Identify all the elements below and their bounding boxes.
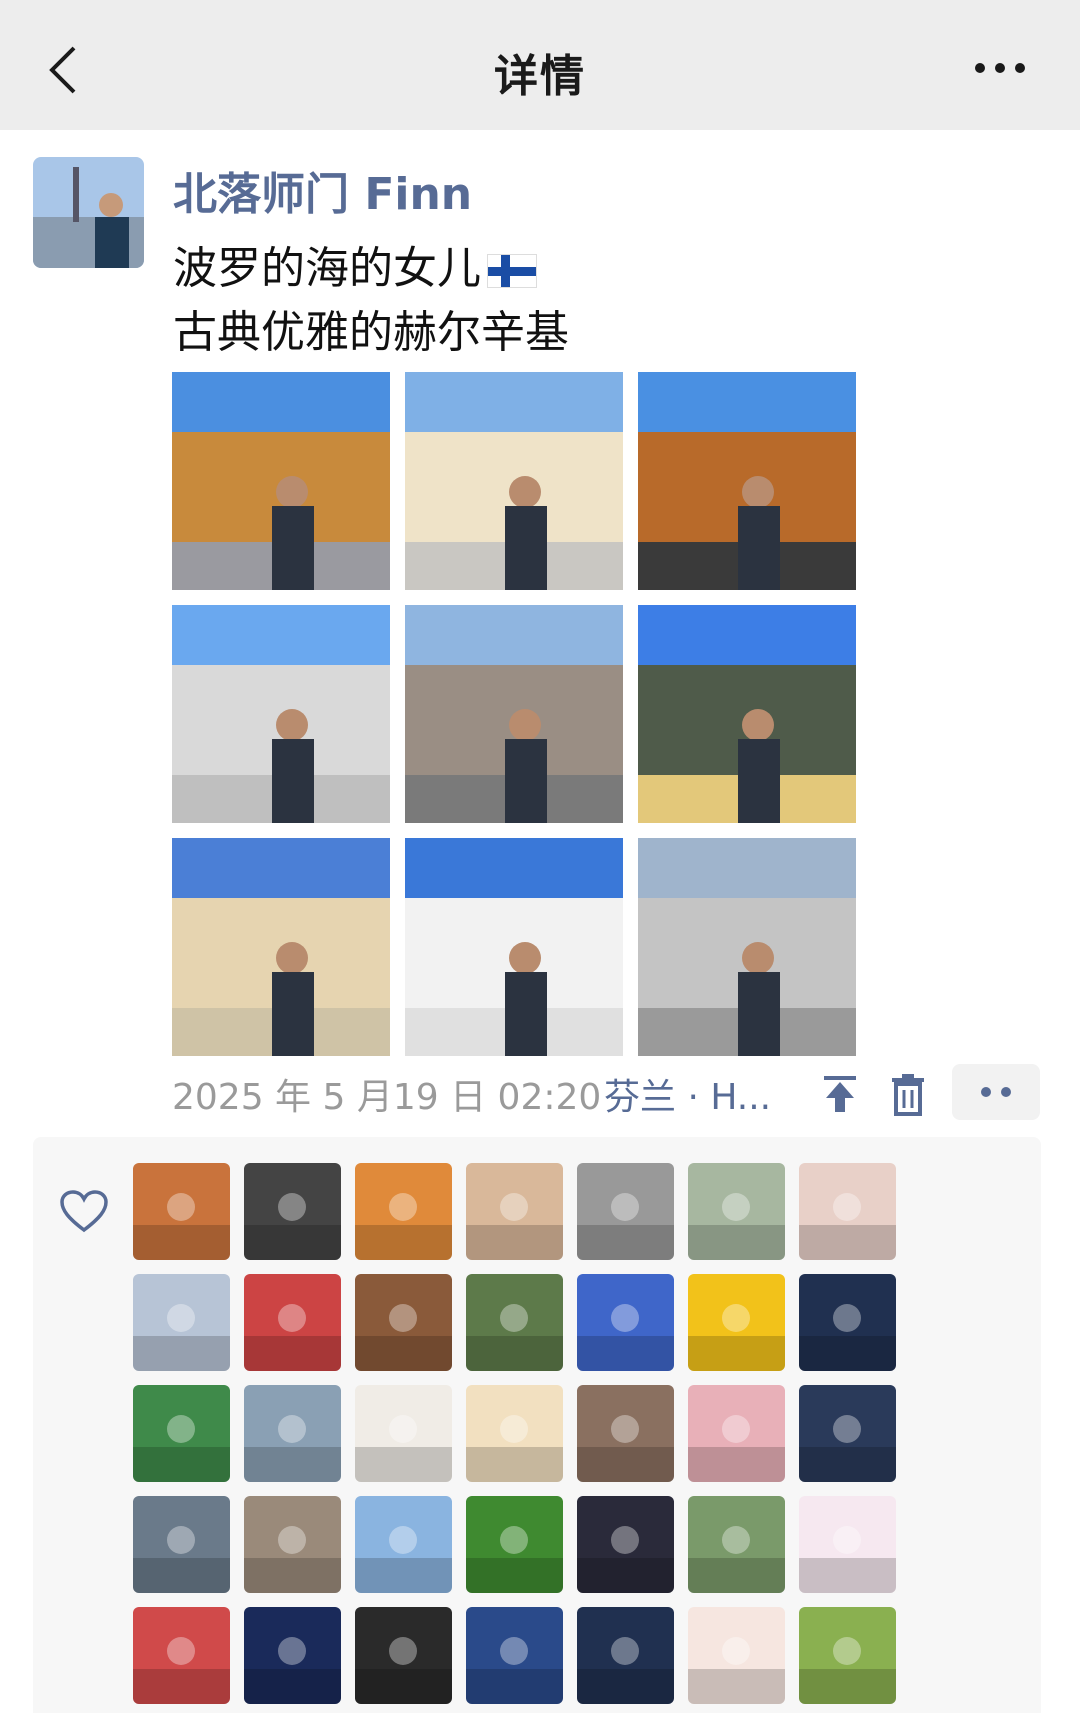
liker-avatar-cat-sticker[interactable]: [577, 1163, 674, 1260]
trash-icon[interactable]: [888, 1072, 928, 1116]
liker-avatar-cartoon-girl[interactable]: [466, 1385, 563, 1482]
liker-avatar-girl-apple[interactable]: [688, 1385, 785, 1482]
liker-avatar-football-player[interactable]: [466, 1607, 563, 1704]
two-dots-icon: [981, 1087, 1011, 1097]
more-options-button[interactable]: [952, 1064, 1040, 1120]
liker-avatar-road-view[interactable]: [244, 1385, 341, 1482]
liker-avatar-sunflower-field[interactable]: [799, 1607, 896, 1704]
post-location[interactable]: 芬兰 · H...: [604, 1068, 771, 1120]
photo-yellow-building[interactable]: [172, 838, 390, 1056]
liker-avatar-green-mountains[interactable]: [133, 1385, 230, 1482]
heart-outline-icon: [60, 1190, 108, 1233]
liker-avatar-pig-sticker[interactable]: [577, 1274, 674, 1371]
liker-avatar-starry-night[interactable]: [244, 1607, 341, 1704]
photo-library-building[interactable]: [172, 372, 390, 590]
liker-avatar-tom-cat[interactable]: [577, 1607, 674, 1704]
liker-avatar-girl-trees[interactable]: [466, 1274, 563, 1371]
liker-avatar-girl-sunset[interactable]: [577, 1496, 674, 1593]
post-text: 波罗的海的女儿: [173, 243, 481, 294]
liker-avatar-alley[interactable]: [244, 1496, 341, 1593]
liker-avatar-runner[interactable]: [688, 1496, 785, 1593]
photo-copper-chapel[interactable]: [638, 372, 856, 590]
photo-cathedral[interactable]: [405, 838, 623, 1056]
post-timestamp: 2025 年 5 月19 日 02:20: [172, 1077, 602, 1118]
liker-avatar-rainbow-face[interactable]: [799, 1163, 896, 1260]
liker-avatar-field-road[interactable]: [688, 1163, 785, 1260]
liker-avatar-woman-white[interactable]: [355, 1385, 452, 1482]
liker-avatar-bear-sticker[interactable]: [688, 1607, 785, 1704]
pin-to-top-icon[interactable]: [820, 1072, 860, 1116]
photo-pink-statue[interactable]: [638, 838, 856, 1056]
liker-avatar-snow-mountain[interactable]: [133, 1274, 230, 1371]
liker-avatar-teddy-bear[interactable]: [355, 1274, 452, 1371]
more-dots-icon[interactable]: [972, 56, 1028, 80]
liker-avatar-man-beach[interactable]: [133, 1496, 230, 1593]
photo-station-building[interactable]: [405, 605, 623, 823]
liker-avatar-powerpuff[interactable]: [133, 1607, 230, 1704]
liker-avatar-woman-dark[interactable]: [355, 1607, 452, 1704]
post-text-line1: 波罗的海的女儿: [173, 232, 537, 296]
liker-avatar-sky-circle[interactable]: [355, 1496, 452, 1593]
liker-avatar-man-at-table[interactable]: [466, 1163, 563, 1260]
liker-avatar-donald-duck[interactable]: [799, 1274, 896, 1371]
finland-flag-icon: [487, 254, 537, 288]
liker-avatar-boy-microphone[interactable]: [244, 1274, 341, 1371]
liker-avatar-sunset-road[interactable]: [355, 1163, 452, 1260]
liker-avatar-two-people-rocks[interactable]: [577, 1385, 674, 1482]
page-title: 详情: [494, 51, 586, 102]
liker-avatar-black-white-swirl[interactable]: [244, 1163, 341, 1260]
photo-white-building[interactable]: [405, 372, 623, 590]
liker-avatar-autumn-tree[interactable]: [133, 1163, 230, 1260]
photo-sitting-rooftop[interactable]: [172, 605, 390, 823]
author-name[interactable]: 北落师门 Finn: [173, 158, 472, 222]
liker-avatar-green-leaves[interactable]: [466, 1496, 563, 1593]
post-text-line2: 古典优雅的赫尔辛基: [173, 307, 569, 358]
photo-statue-monument[interactable]: [638, 605, 856, 823]
liker-avatar-sunflowers[interactable]: [688, 1274, 785, 1371]
top-nav-bar: 详情: [0, 0, 1080, 130]
author-avatar[interactable]: [33, 157, 144, 268]
liker-avatar-pink-planet[interactable]: [799, 1496, 896, 1593]
liker-avatar-sky-silhouette[interactable]: [799, 1385, 896, 1482]
